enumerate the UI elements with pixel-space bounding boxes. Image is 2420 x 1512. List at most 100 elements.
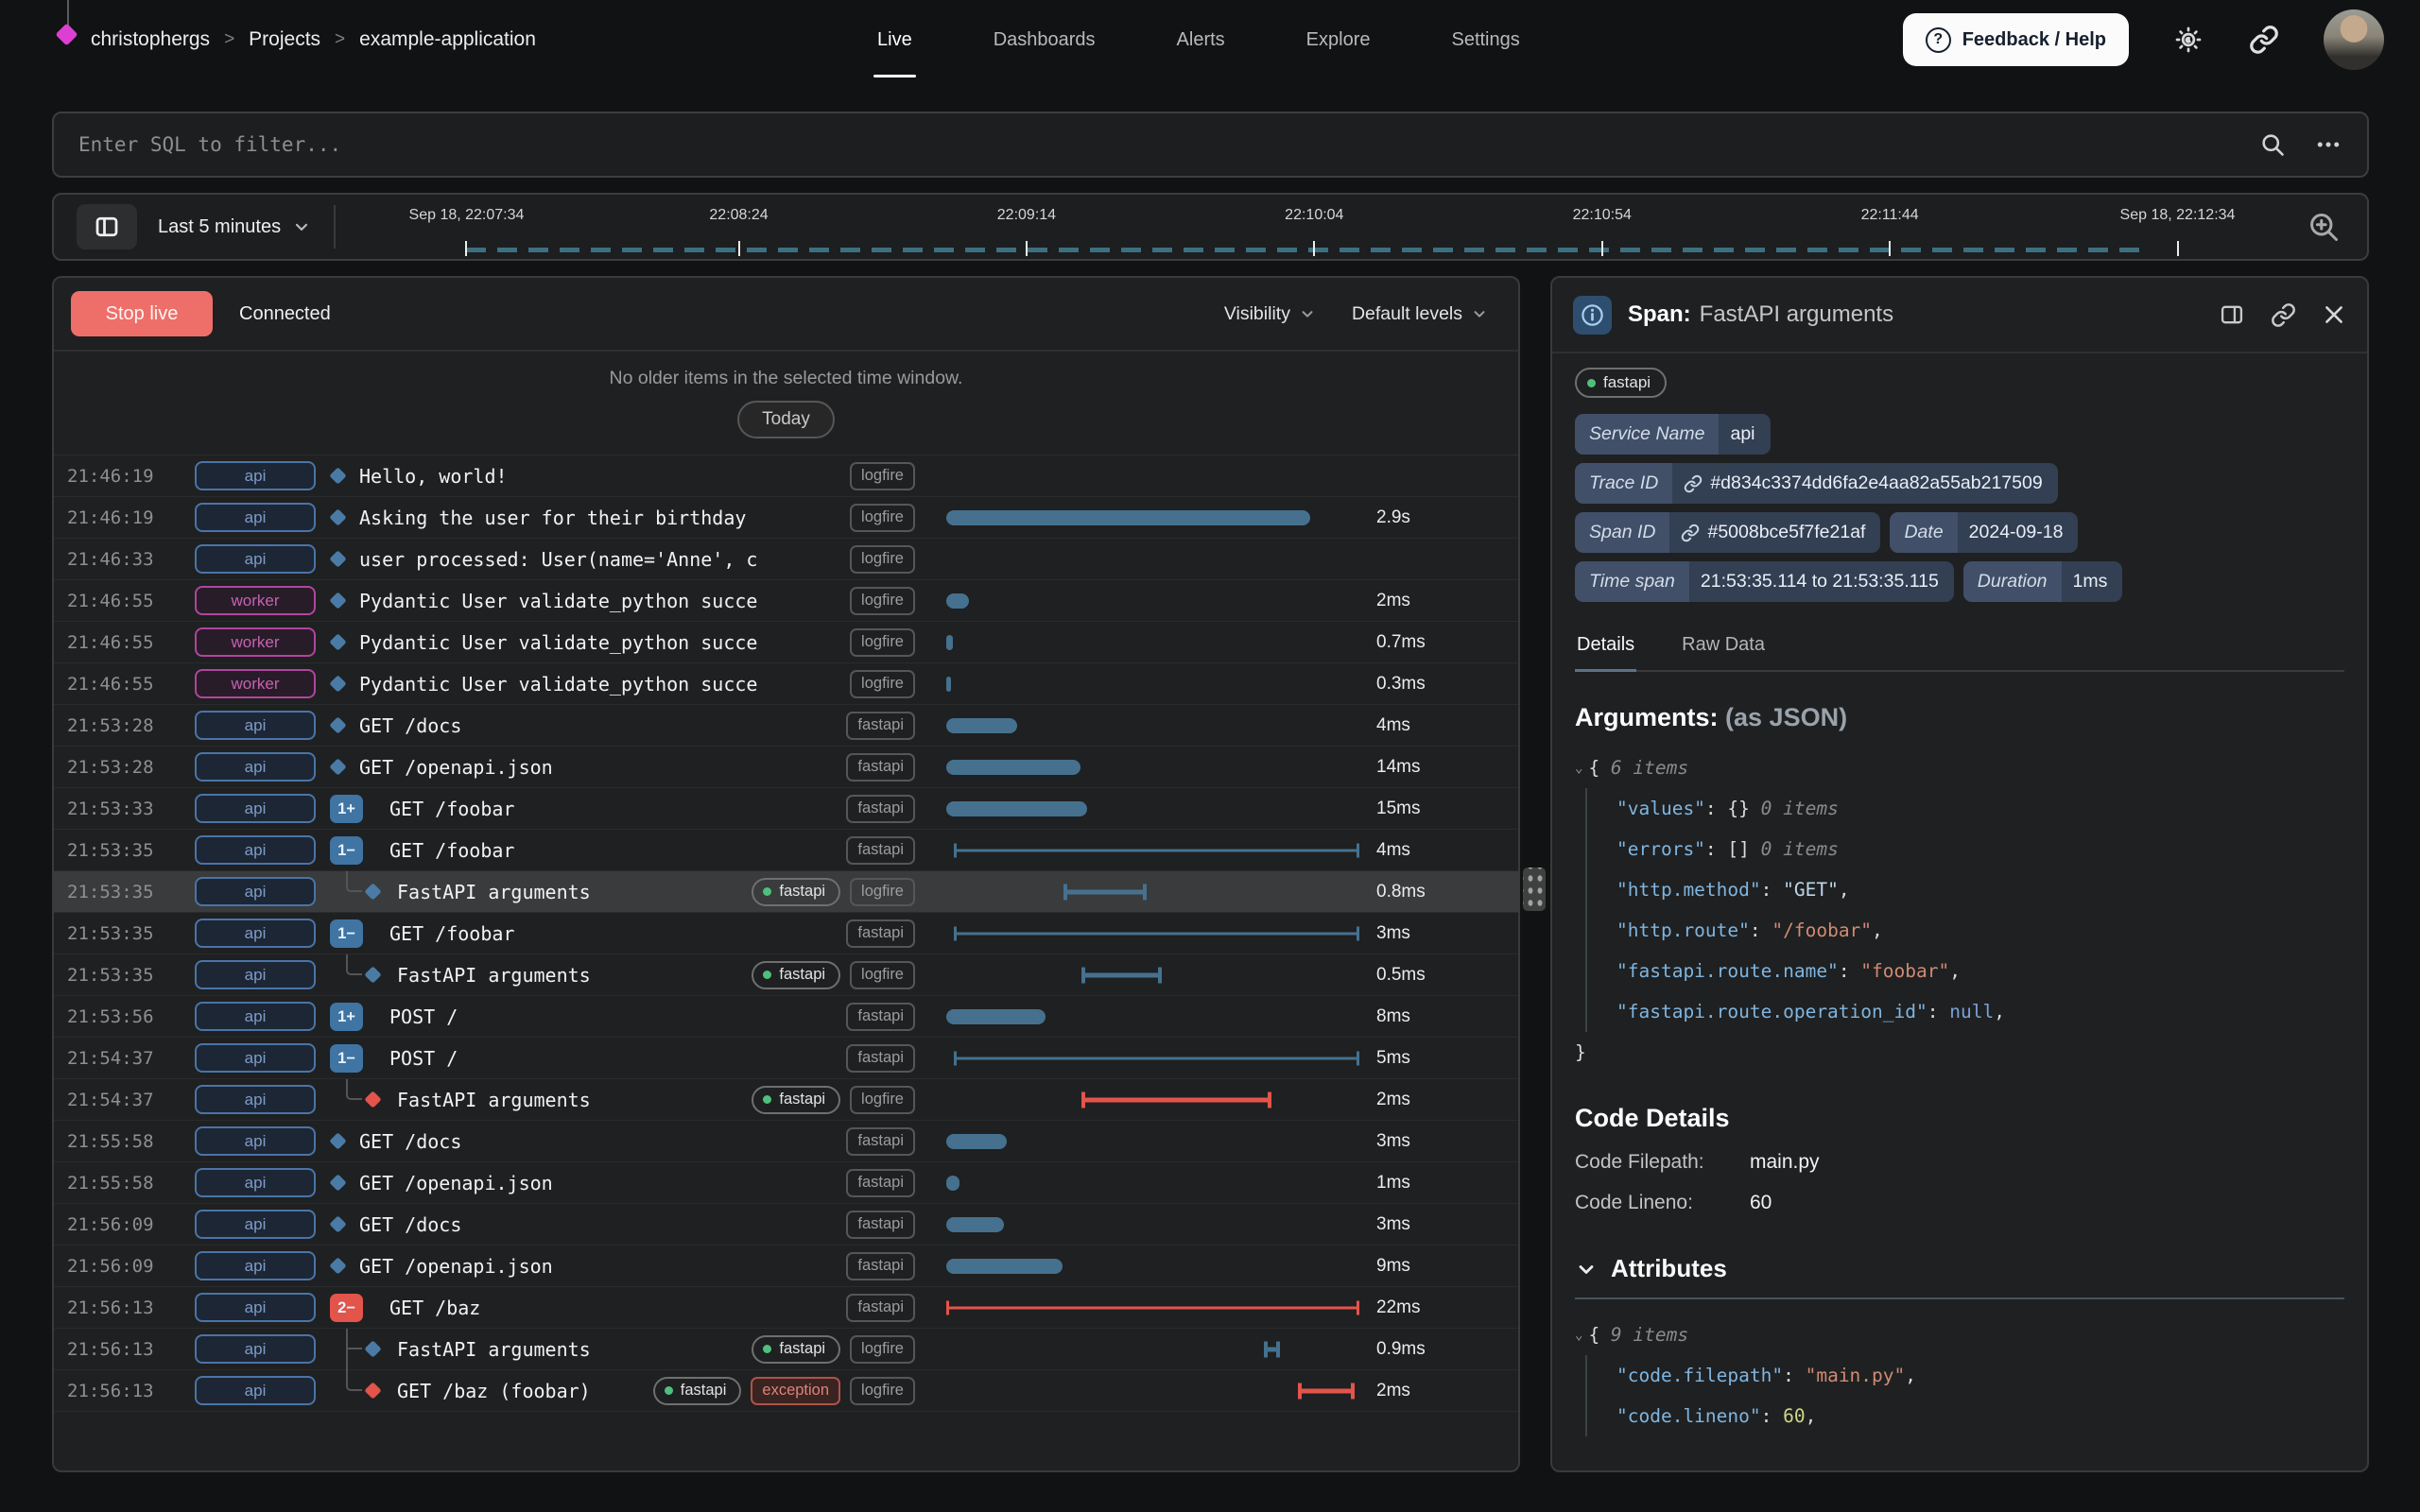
service-tag[interactable]: worker bbox=[195, 669, 316, 698]
span-row[interactable]: 21:53:33api1+GET /foobarfastapi15ms bbox=[54, 788, 1518, 830]
copy-link-icon[interactable] bbox=[2271, 302, 2296, 328]
expander-icon[interactable]: ⌄ bbox=[1575, 1328, 1582, 1343]
fastapi-tag[interactable]: fastapi bbox=[846, 1003, 915, 1031]
logfire-tag[interactable]: logfire bbox=[850, 504, 915, 532]
share-link-icon[interactable] bbox=[2248, 24, 2280, 56]
fastapi-tag[interactable]: fastapi bbox=[846, 1294, 915, 1322]
service-tag[interactable]: api bbox=[195, 711, 316, 740]
sql-filter-input[interactable] bbox=[78, 133, 2259, 156]
time-range-select[interactable]: Last 5 minutes bbox=[158, 216, 311, 238]
service-tag-pill[interactable]: fastapi bbox=[1575, 368, 1667, 398]
service-tag[interactable]: worker bbox=[195, 627, 316, 657]
split-view-icon[interactable] bbox=[2219, 301, 2245, 328]
logfire-tag[interactable]: logfire bbox=[850, 670, 915, 698]
collapse-badge[interactable]: 1− bbox=[330, 1044, 363, 1073]
fastapi-tag[interactable]: fastapi bbox=[846, 1252, 915, 1280]
logfire-tag[interactable]: logfire bbox=[850, 587, 915, 615]
user-avatar[interactable] bbox=[2324, 9, 2384, 70]
logfire-tag[interactable]: logfire bbox=[850, 628, 915, 657]
service-tag[interactable]: api bbox=[195, 1126, 316, 1156]
fastapi-tag[interactable]: fastapi bbox=[846, 836, 915, 865]
default-levels-dropdown[interactable]: Default levels bbox=[1352, 303, 1488, 325]
span-row[interactable]: 21:53:35apiFastAPI argumentsfastapilogfi… bbox=[54, 954, 1518, 996]
span-row[interactable]: 21:55:58apiGET /docsfastapi3ms bbox=[54, 1121, 1518, 1162]
expander-icon[interactable]: ⌄ bbox=[1575, 761, 1582, 776]
logfire-tag[interactable]: logfire bbox=[850, 961, 915, 989]
fastapi-tag[interactable]: fastapi bbox=[846, 1169, 915, 1197]
service-tag[interactable]: api bbox=[195, 1168, 316, 1197]
metadata-chip-trace-id[interactable]: Trace ID#d834c3374dd6fa2e4aa82a55ab21750… bbox=[1575, 463, 2058, 504]
service-tag[interactable]: api bbox=[195, 1376, 316, 1405]
span-row[interactable]: 21:46:55workerPydantic User validate_pyt… bbox=[54, 663, 1518, 705]
span-row[interactable]: 21:53:35api1−GET /foobarfastapi3ms bbox=[54, 913, 1518, 954]
collapse-badge[interactable]: 2− bbox=[330, 1294, 363, 1322]
collapse-badge[interactable]: 1− bbox=[330, 919, 363, 948]
logfire-tag[interactable]: logfire bbox=[850, 462, 915, 490]
span-row[interactable]: 21:55:58apiGET /openapi.jsonfastapi1ms bbox=[54, 1162, 1518, 1204]
breadcrumb-projects[interactable]: Projects bbox=[249, 28, 320, 51]
fastapi-tag[interactable]: fastapi bbox=[752, 1086, 840, 1114]
span-row[interactable]: 21:53:56api1+POST /fastapi8ms bbox=[54, 996, 1518, 1038]
collapse-badge[interactable]: 1+ bbox=[330, 795, 363, 823]
stop-live-button[interactable]: Stop live bbox=[71, 291, 213, 336]
span-row[interactable]: 21:54:37api1−POST /fastapi5ms bbox=[54, 1038, 1518, 1079]
more-options-icon[interactable] bbox=[2314, 130, 2342, 159]
tab-live[interactable]: Live bbox=[877, 0, 912, 79]
timeline-ruler[interactable]: Sep 18, 22:07:3422:08:2422:09:1422:10:04… bbox=[358, 195, 2290, 259]
tab-alerts[interactable]: Alerts bbox=[1177, 0, 1225, 79]
fastapi-tag[interactable]: fastapi bbox=[846, 712, 915, 740]
sidebar-toggle-button[interactable] bbox=[77, 204, 137, 249]
service-tag[interactable]: worker bbox=[195, 586, 316, 615]
fastapi-tag[interactable]: fastapi bbox=[846, 1211, 915, 1239]
logfire-tag[interactable]: logfire bbox=[850, 1335, 915, 1364]
service-tag[interactable]: api bbox=[195, 544, 316, 574]
span-row[interactable]: 21:46:19apiAsking the user for their bir… bbox=[54, 497, 1518, 539]
tab-dashboards[interactable]: Dashboards bbox=[994, 0, 1096, 79]
today-button[interactable]: Today bbox=[737, 401, 835, 438]
logfire-tag[interactable]: logfire bbox=[850, 545, 915, 574]
logfire-tag[interactable]: logfire bbox=[850, 878, 915, 906]
service-tag[interactable]: api bbox=[195, 1334, 316, 1364]
span-row[interactable]: 21:46:55workerPydantic User validate_pyt… bbox=[54, 622, 1518, 663]
tab-settings[interactable]: Settings bbox=[1451, 0, 1519, 79]
detail-tab-details[interactable]: Details bbox=[1575, 627, 1636, 670]
service-tag[interactable]: api bbox=[195, 1085, 316, 1114]
close-icon[interactable] bbox=[2322, 302, 2346, 327]
panel-resize-handle[interactable] bbox=[1523, 868, 1546, 911]
metadata-chip-span-id[interactable]: Span ID#5008bce5f7fe21af bbox=[1575, 512, 1880, 553]
span-row[interactable]: 21:56:13apiFastAPI argumentsfastapilogfi… bbox=[54, 1329, 1518, 1370]
service-tag[interactable]: api bbox=[195, 503, 316, 532]
collapse-badge[interactable]: 1+ bbox=[330, 1003, 363, 1031]
fastapi-tag[interactable]: fastapi bbox=[846, 1127, 915, 1156]
service-tag[interactable]: api bbox=[195, 1210, 316, 1239]
fastapi-tag[interactable]: fastapi bbox=[653, 1377, 742, 1405]
span-row[interactable]: 21:54:37apiFastAPI argumentsfastapilogfi… bbox=[54, 1079, 1518, 1121]
fastapi-tag[interactable]: fastapi bbox=[752, 961, 840, 989]
logfire-logo[interactable] bbox=[55, 0, 83, 53]
detail-tab-raw-data[interactable]: Raw Data bbox=[1680, 627, 1767, 670]
fastapi-tag[interactable]: fastapi bbox=[846, 795, 915, 823]
fastapi-tag[interactable]: fastapi bbox=[846, 1044, 915, 1073]
service-tag[interactable]: api bbox=[195, 960, 316, 989]
theme-toggle-icon[interactable] bbox=[2172, 24, 2204, 56]
span-row[interactable]: 21:46:19apiHello, world!logfire bbox=[54, 455, 1518, 497]
fastapi-tag[interactable]: fastapi bbox=[846, 919, 915, 948]
tab-explore[interactable]: Explore bbox=[1306, 0, 1371, 79]
span-row[interactable]: 21:53:35apiFastAPI argumentsfastapilogfi… bbox=[54, 871, 1518, 913]
zoom-in-button[interactable] bbox=[2303, 206, 2344, 248]
service-tag[interactable]: api bbox=[195, 1043, 316, 1073]
service-tag[interactable]: api bbox=[195, 877, 316, 906]
service-tag[interactable]: api bbox=[195, 794, 316, 823]
logfire-tag[interactable]: logfire bbox=[850, 1377, 915, 1405]
logfire-tag[interactable]: logfire bbox=[850, 1086, 915, 1114]
span-row[interactable]: 21:53:35api1−GET /foobarfastapi4ms bbox=[54, 830, 1518, 871]
feedback-help-button[interactable]: ? Feedback / Help bbox=[1903, 13, 2129, 66]
fastapi-tag[interactable]: fastapi bbox=[752, 1335, 840, 1364]
attributes-toggle[interactable]: Attributes bbox=[1575, 1254, 2344, 1283]
service-tag[interactable]: api bbox=[195, 752, 316, 782]
span-row[interactable]: 21:46:55workerPydantic User validate_pyt… bbox=[54, 580, 1518, 622]
visibility-dropdown[interactable]: Visibility bbox=[1224, 303, 1316, 325]
fastapi-tag[interactable]: fastapi bbox=[846, 753, 915, 782]
breadcrumb-project[interactable]: example-application bbox=[359, 28, 536, 51]
span-row[interactable]: 21:46:33apiuser processed: User(name='An… bbox=[54, 539, 1518, 580]
